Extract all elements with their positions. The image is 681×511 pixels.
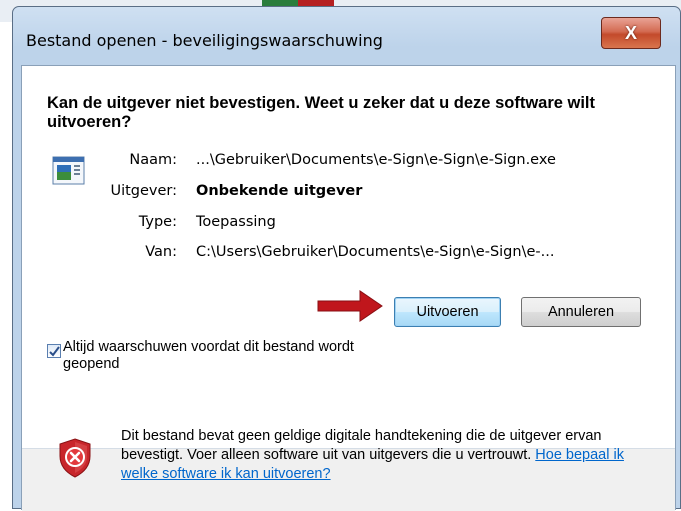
warning-text: Dit bestand bevat geen geldige digitale … — [121, 428, 602, 463]
red-arrow-icon — [317, 290, 383, 322]
shield-warning-icon — [59, 438, 91, 478]
close-button[interactable]: X — [601, 17, 661, 49]
name-value: ...\Gebruiker\Documents\e-Sign\e-Sign\e-… — [196, 152, 556, 168]
always-warn-label[interactable]: Altijd waarschuwen voordat dit bestand w… — [63, 339, 393, 373]
cancel-button[interactable]: Annuleren — [521, 297, 641, 327]
always-warn-checkbox[interactable] — [47, 344, 61, 358]
prompt-heading: Kan de uitgever niet bevestigen. Weet u … — [47, 94, 596, 131]
from-value: C:\Users\Gebruiker\Documents\e-Sign\e-Si… — [196, 244, 555, 260]
close-icon: X — [624, 22, 637, 43]
window-title: Bestand openen - beveiligingswaarschuwin… — [26, 31, 383, 50]
run-button[interactable]: Uitvoeren — [394, 297, 501, 327]
name-label: Naam: — [129, 152, 177, 168]
publisher-label: Uitgever: — [110, 183, 177, 199]
warning-message: Dit bestand bevat geen geldige digitale … — [121, 427, 651, 484]
publisher-value: Onbekende uitgever — [196, 183, 363, 199]
type-value: Toepassing — [196, 214, 276, 230]
title-bar[interactable]: Bestand openen - beveiligingswaarschuwin… — [13, 7, 680, 71]
from-label: Van: — [145, 244, 177, 260]
type-label: Type: — [138, 214, 177, 230]
checkmark-icon — [49, 346, 60, 357]
